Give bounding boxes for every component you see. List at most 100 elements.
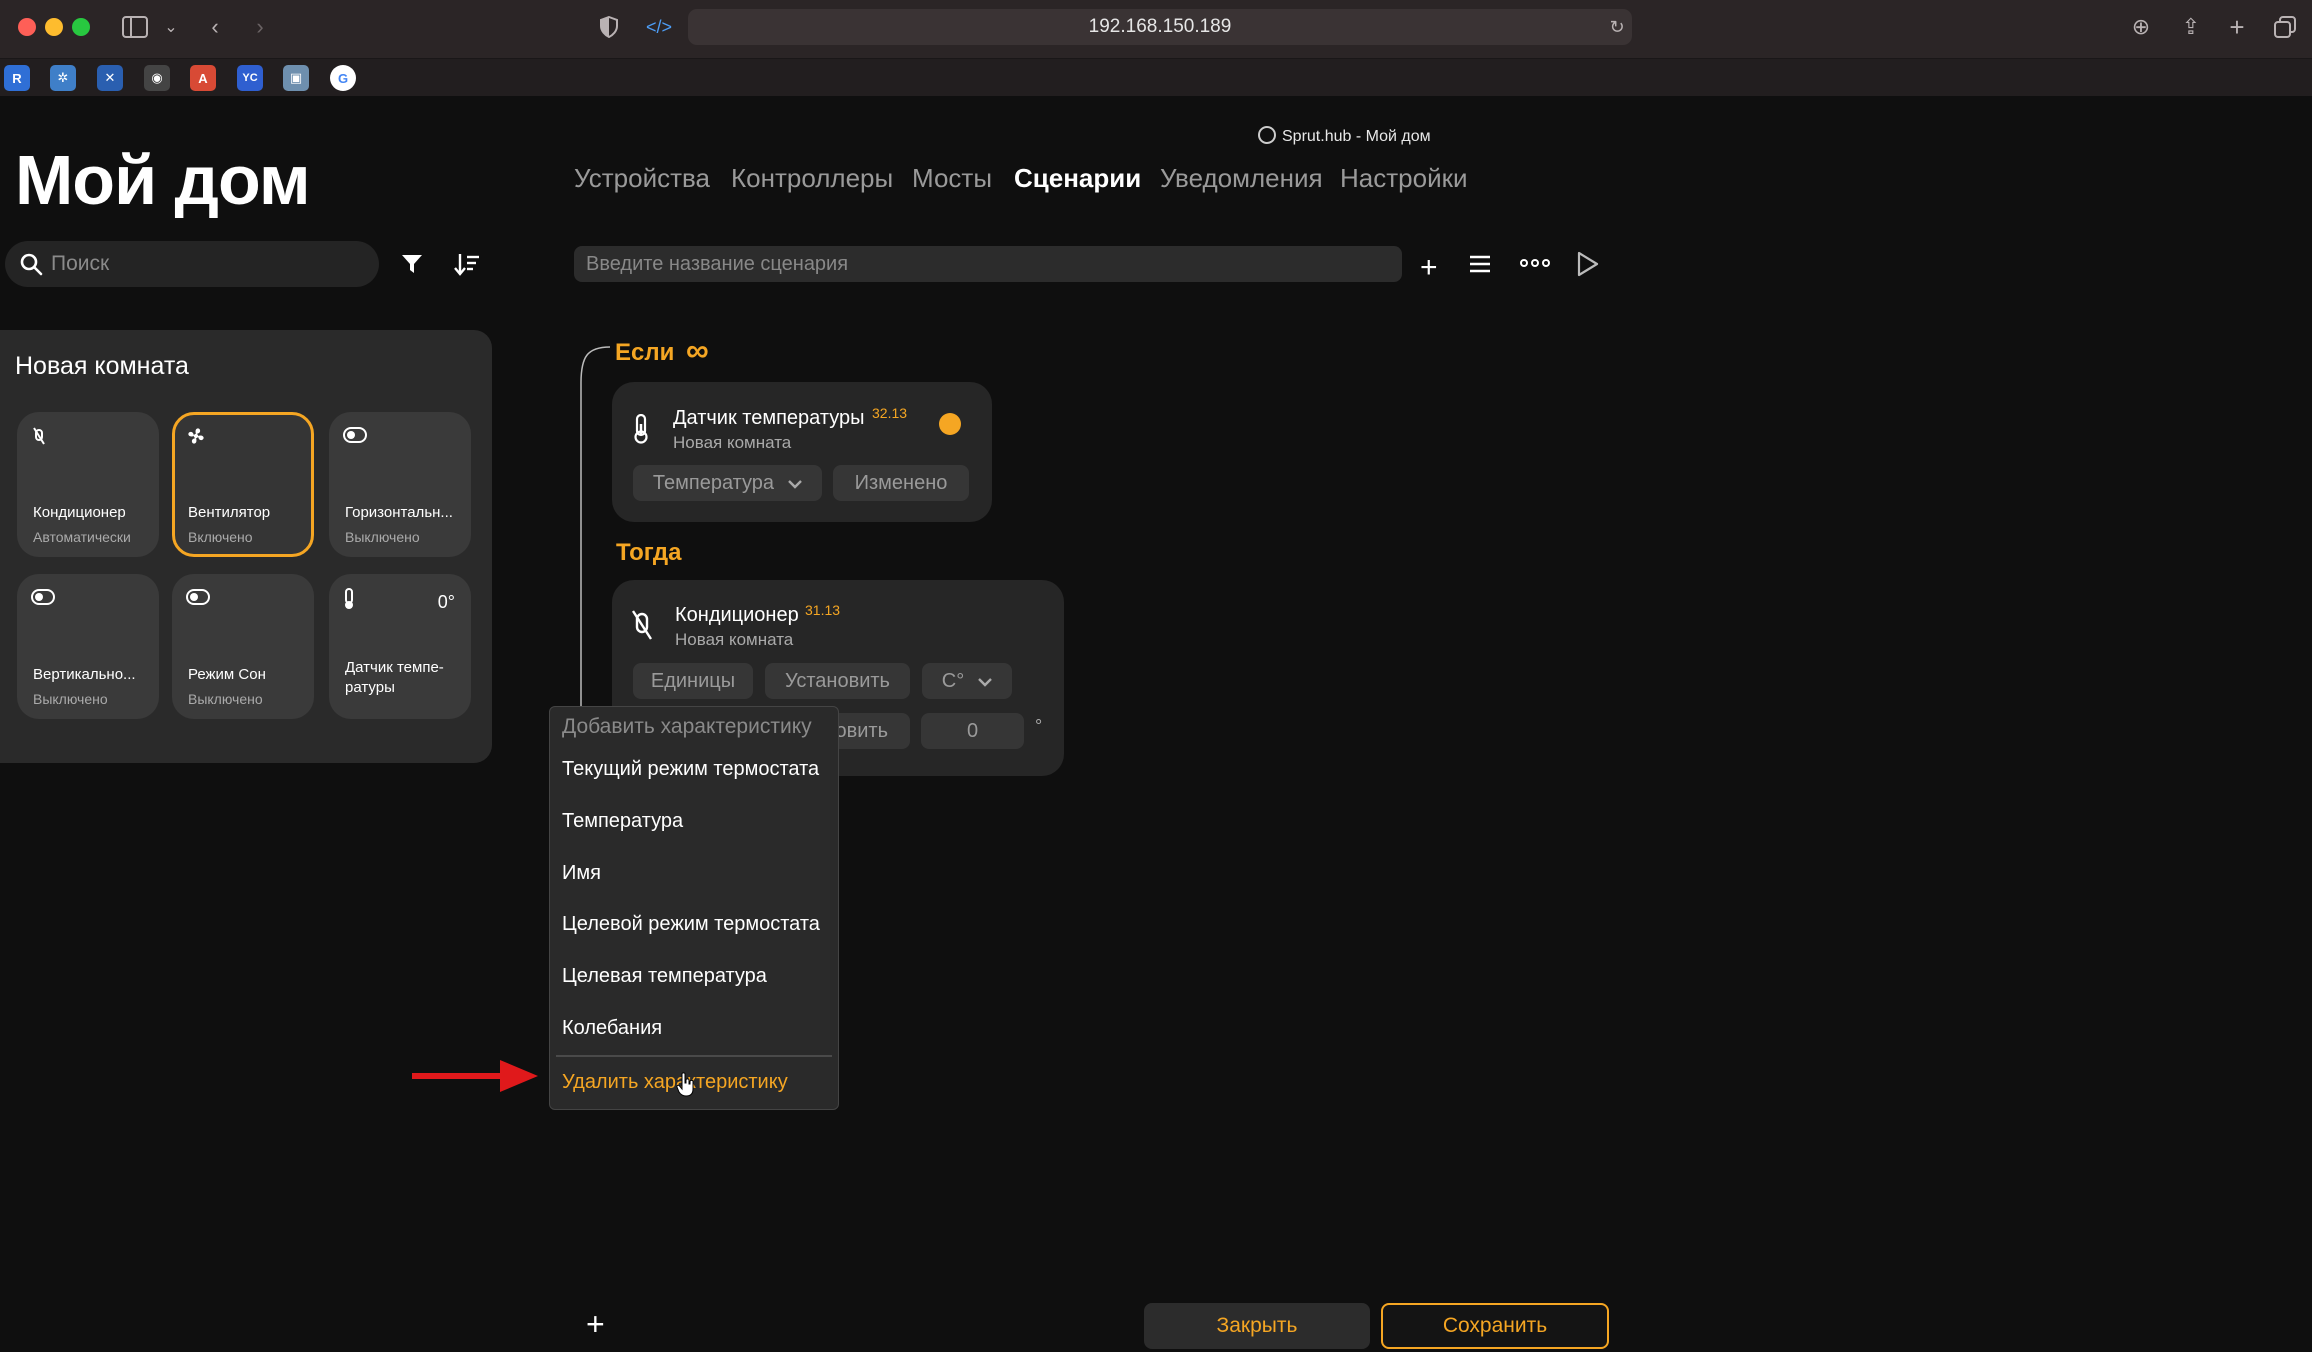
browser-toolbar: ⌄ ‹ › </> 192.168.150.189 ↻ ⊕ ⇪ + <box>0 0 2312 54</box>
characteristic-label: Температура <box>652 471 775 494</box>
hand-cursor-icon <box>676 1072 694 1097</box>
tab-scenarios[interactable]: Сценарии <box>1014 163 1141 194</box>
browser-chrome: ⌄ ‹ › </> 192.168.150.189 ↻ ⊕ ⇪ + R ✲ ✕ … <box>0 0 2312 145</box>
air-conditioner-icon <box>630 608 654 642</box>
if-condition-card[interactable] <box>612 382 992 522</box>
back-icon[interactable]: ‹ <box>200 12 230 42</box>
play-icon[interactable] <box>1576 251 1600 277</box>
device-tile-horizontal[interactable]: Горизонтальн... Выключено <box>329 412 471 557</box>
then-device-name: Кондиционер <box>675 604 799 626</box>
sidebar-icon[interactable] <box>120 12 150 42</box>
download-icon[interactable]: ⊕ <box>2126 12 2156 42</box>
characteristic-select[interactable]: Температура <box>633 465 822 501</box>
search-box[interactable] <box>5 241 379 287</box>
menu-item[interactable]: Целевая температура <box>562 965 767 988</box>
then-device-id: 31.13 <box>805 602 841 618</box>
menu-header: Добавить характеристику <box>562 715 812 738</box>
code-icon[interactable]: </> <box>644 12 674 42</box>
value-input[interactable]: 0 <box>921 713 1024 749</box>
menu-item[interactable]: Колебания <box>562 1017 662 1040</box>
units-chip[interactable]: Единицы <box>633 663 753 699</box>
tile-name: Датчик темпе-ратуры <box>345 659 444 696</box>
add-icon[interactable]: + <box>1420 251 1438 285</box>
page-title: Мой дом <box>15 141 311 219</box>
device-tile-fan[interactable]: Вентилятор Включено <box>172 412 314 557</box>
tile-name: Кондиционер <box>33 504 126 521</box>
sprut-logo-icon <box>1258 126 1276 144</box>
sort-icon[interactable] <box>454 251 480 277</box>
scenario-name-input[interactable] <box>574 246 1402 282</box>
value-unit: ° <box>1035 716 1043 736</box>
menu-item[interactable]: Текущий режим термостата <box>562 758 819 781</box>
condition-select[interactable]: Изменено <box>833 465 969 501</box>
maximize-window-button[interactable] <box>72 18 90 36</box>
save-button[interactable]: Сохранить <box>1381 1303 1609 1349</box>
shield-icon[interactable] <box>594 12 624 42</box>
if-device-room: Новая комната <box>673 433 792 452</box>
infinity-icon[interactable]: ∞ <box>686 332 709 369</box>
bookmark-item[interactable]: ✕ <box>97 65 123 91</box>
bookmark-item[interactable]: ▣ <box>283 65 309 91</box>
device-tile-temperature-sensor[interactable]: 0° Датчик темпе-ратуры <box>329 574 471 719</box>
bookmark-item[interactable]: R <box>4 65 30 91</box>
toggle-icon <box>343 426 367 449</box>
tile-state: Включено <box>188 529 253 545</box>
new-tab-icon[interactable]: + <box>2222 12 2252 42</box>
search-input[interactable] <box>51 241 361 287</box>
bookmark-item[interactable]: G <box>330 65 356 91</box>
reload-icon[interactable]: ↻ <box>1602 12 1632 42</box>
menu-divider <box>556 1055 832 1057</box>
tab-controllers[interactable]: Контроллеры <box>731 163 893 194</box>
address-bar[interactable]: 192.168.150.189 <box>688 9 1632 45</box>
tile-state: Выключено <box>33 691 108 707</box>
bookmark-item[interactable]: A <box>190 65 216 91</box>
tab-notifications[interactable]: Уведомления <box>1160 163 1323 194</box>
tab-settings[interactable]: Настройки <box>1340 163 1468 194</box>
tile-value: 0° <box>437 592 455 612</box>
delete-characteristic-item[interactable]: Удалить характеристику <box>562 1071 788 1094</box>
tile-name: Горизонтальн... <box>345 504 453 521</box>
share-icon[interactable]: ⇪ <box>2176 12 2206 42</box>
tile-state: Автоматически <box>33 529 131 545</box>
bookmarks-bar: R ✲ ✕ ◉ A YC ▣ G Sprut.hub - Мой дом <box>0 58 2312 145</box>
menu-item[interactable]: Имя <box>562 862 601 885</box>
bookmark-item[interactable]: YC <box>237 65 263 91</box>
tab-devices[interactable]: Устройства <box>574 163 710 194</box>
list-icon[interactable] <box>1469 254 1491 274</box>
if-device-name: Датчик температуры <box>673 407 865 429</box>
tab-title-label: Sprut.hub - Мой дом <box>1282 128 1431 145</box>
tile-state: Выключено <box>345 529 420 545</box>
close-window-button[interactable] <box>18 18 36 36</box>
characteristic-menu: Добавить характеристику Текущий режим те… <box>549 706 839 1110</box>
search-icon <box>19 252 43 276</box>
tile-name: Вентилятор <box>188 504 271 521</box>
if-label: Если <box>615 339 675 366</box>
tile-name: Вертикально... <box>33 666 136 683</box>
device-tile-vertical[interactable]: Вертикально... Выключено <box>17 574 159 719</box>
then-device-room: Новая комната <box>675 630 794 649</box>
minimize-window-button[interactable] <box>45 18 63 36</box>
menu-item[interactable]: Температура <box>562 810 683 833</box>
device-tile-air-conditioner[interactable]: Кондиционер Автоматически <box>17 412 159 557</box>
more-icon[interactable] <box>1520 256 1550 270</box>
forward-icon[interactable]: › <box>245 12 275 42</box>
menu-item[interactable]: Целевой режим термостата <box>562 913 820 936</box>
chevron-down-icon <box>788 472 802 495</box>
room-title: Новая комната <box>15 352 189 380</box>
toggle-icon <box>186 588 210 611</box>
bookmark-item[interactable]: ✲ <box>50 65 76 91</box>
bookmark-item[interactable]: ◉ <box>144 65 170 91</box>
close-button[interactable]: Закрыть <box>1144 1303 1370 1349</box>
device-tile-sleep-mode[interactable]: Режим Сон Выключено <box>172 574 314 719</box>
tab-title[interactable]: Sprut.hub - Мой дом <box>1258 126 1431 146</box>
if-device-id: 32.13 <box>872 405 908 421</box>
tabs-overview-icon[interactable] <box>2270 12 2300 42</box>
red-arrow-icon <box>412 1060 538 1092</box>
unit-select[interactable]: C° <box>922 663 1012 699</box>
tab-bridges[interactable]: Мосты <box>912 163 992 194</box>
filter-icon[interactable] <box>400 252 424 276</box>
set-action-chip[interactable]: Установить <box>765 663 910 699</box>
chevron-down-icon[interactable]: ⌄ <box>156 12 186 42</box>
add-scenario-step-button[interactable]: + <box>586 1308 605 1340</box>
toggle-icon <box>31 588 55 611</box>
